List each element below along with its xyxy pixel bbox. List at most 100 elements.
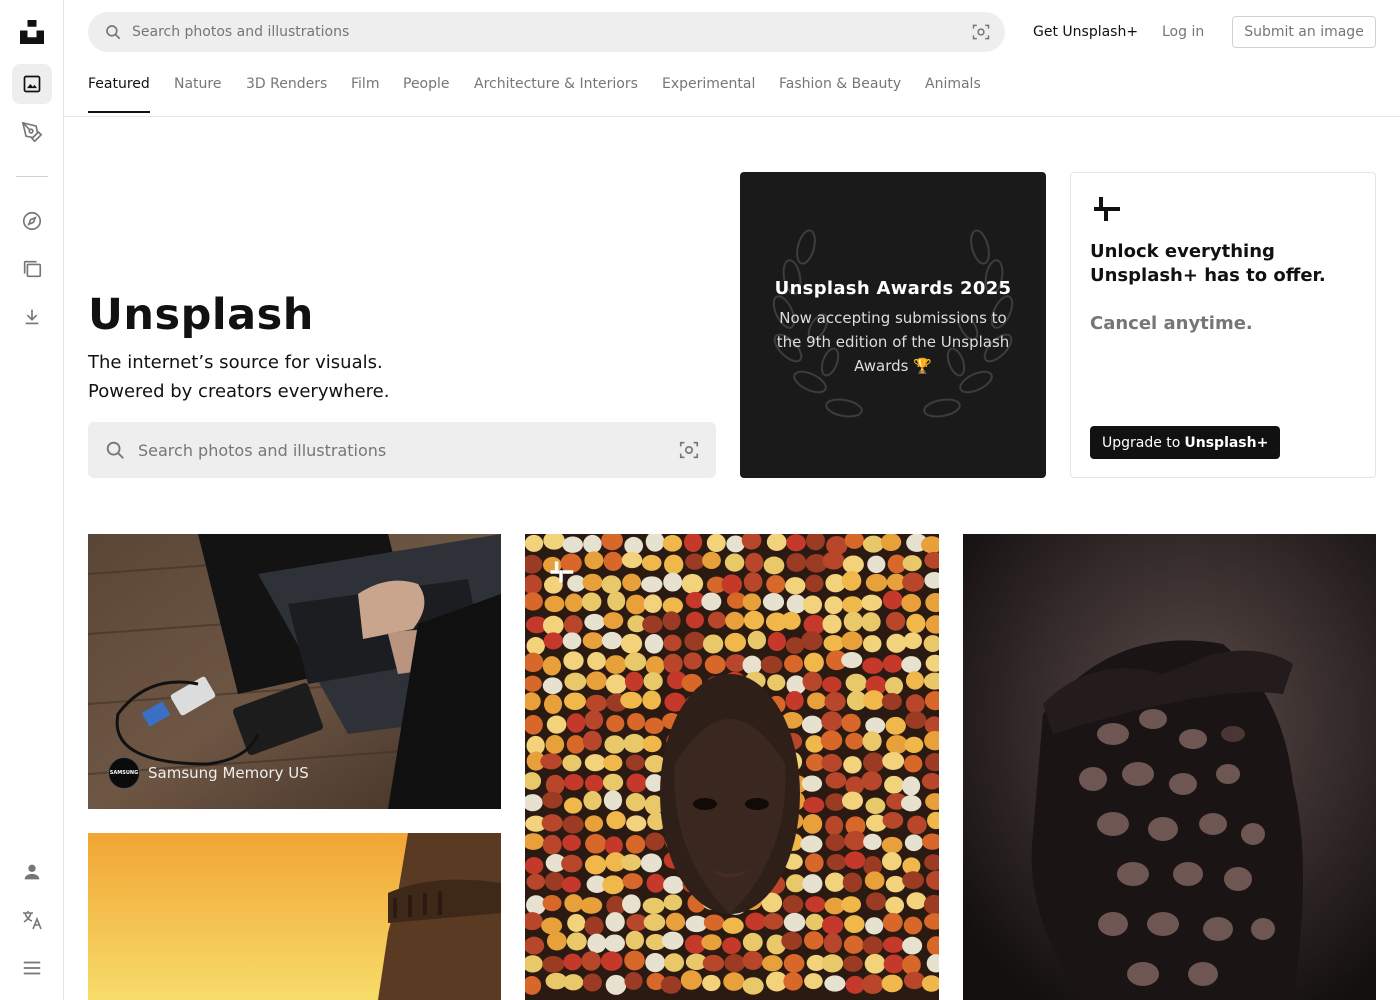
bead bbox=[662, 534, 683, 552]
tab-architecture-interiors[interactable]: Architecture & Interiors bbox=[474, 75, 638, 113]
visual-search-icon[interactable] bbox=[678, 439, 700, 465]
bead bbox=[563, 974, 584, 991]
tab-experimental[interactable]: Experimental bbox=[662, 75, 755, 113]
bead bbox=[625, 754, 645, 771]
rail-divider bbox=[16, 176, 48, 177]
topic-tabs: Featured Nature 3D Renders Film People A… bbox=[64, 62, 1400, 117]
unsplash-plus-badge-icon bbox=[547, 558, 575, 586]
bead bbox=[542, 894, 562, 912]
bead bbox=[562, 834, 581, 851]
bead bbox=[882, 590, 903, 610]
tab-nature[interactable]: Nature bbox=[174, 75, 221, 113]
bead bbox=[587, 651, 606, 671]
pen-nib-icon[interactable] bbox=[12, 112, 52, 152]
submit-image-button[interactable]: Submit an image bbox=[1232, 16, 1376, 48]
bead bbox=[627, 712, 646, 731]
user-icon[interactable] bbox=[12, 852, 52, 892]
bead bbox=[843, 611, 863, 632]
bead bbox=[861, 974, 884, 994]
photo-card[interactable] bbox=[88, 833, 501, 1000]
login-link[interactable]: Log in bbox=[1162, 22, 1204, 42]
menu-icon[interactable] bbox=[12, 948, 52, 988]
tab-fashion-beauty[interactable]: Fashion & Beauty bbox=[779, 75, 901, 113]
bead bbox=[642, 735, 662, 753]
hero-search-input[interactable] bbox=[138, 422, 658, 478]
bead bbox=[823, 933, 843, 954]
bead bbox=[841, 571, 862, 591]
bead bbox=[843, 756, 862, 774]
bead bbox=[623, 733, 646, 753]
image-icon[interactable] bbox=[12, 64, 52, 104]
bead bbox=[803, 652, 824, 673]
bead bbox=[624, 652, 647, 671]
upgrade-button[interactable]: Upgrade to Unsplash+ bbox=[1090, 426, 1281, 459]
unsplash-plus-logo-icon bbox=[1090, 193, 1122, 229]
photo-card[interactable] bbox=[525, 534, 939, 1000]
bead bbox=[904, 834, 923, 852]
bead bbox=[603, 790, 623, 811]
header-search-input[interactable] bbox=[132, 12, 952, 52]
tab-film[interactable]: Film bbox=[351, 75, 379, 113]
bead bbox=[843, 935, 864, 954]
bead bbox=[701, 592, 722, 611]
bead bbox=[822, 614, 842, 634]
awards-promo-card[interactable]: Unsplash Awards 2025 Now accepting submi… bbox=[740, 172, 1046, 478]
bead bbox=[822, 551, 845, 570]
bead bbox=[562, 815, 584, 834]
tab-animals[interactable]: Animals bbox=[925, 75, 981, 113]
bead bbox=[763, 913, 784, 930]
bead bbox=[825, 772, 847, 789]
bead bbox=[881, 851, 902, 871]
photo-card[interactable]: SAMSUNG Samsung Memory US bbox=[88, 534, 501, 809]
bead bbox=[902, 871, 925, 889]
bead bbox=[802, 595, 823, 614]
bead bbox=[542, 656, 562, 676]
bead bbox=[622, 894, 641, 914]
photo-credit[interactable]: SAMSUNG Samsung Memory US bbox=[108, 757, 309, 789]
bead bbox=[620, 691, 643, 709]
search-icon[interactable] bbox=[104, 439, 126, 465]
translate-icon[interactable] bbox=[12, 900, 52, 940]
bead bbox=[643, 594, 662, 613]
bead bbox=[801, 775, 823, 792]
bead bbox=[542, 955, 565, 973]
bead bbox=[862, 936, 883, 955]
bead bbox=[563, 773, 584, 791]
bead bbox=[903, 632, 922, 650]
get-unsplash-plus-link[interactable]: Get Unsplash+ bbox=[1033, 22, 1138, 42]
bead bbox=[587, 933, 607, 954]
collections-icon[interactable] bbox=[12, 249, 52, 289]
bead bbox=[525, 857, 544, 875]
bead bbox=[724, 632, 747, 652]
bead bbox=[882, 654, 903, 673]
bead bbox=[643, 672, 663, 691]
bead bbox=[901, 593, 922, 613]
unsplash-logo-icon[interactable] bbox=[12, 12, 52, 52]
search-icon[interactable] bbox=[104, 23, 122, 45]
bead bbox=[747, 630, 767, 650]
compass-icon[interactable] bbox=[12, 201, 52, 241]
visual-search-icon[interactable] bbox=[971, 22, 991, 46]
tab-3d-renders[interactable]: 3D Renders bbox=[246, 75, 327, 113]
photographer-name[interactable]: Samsung Memory US bbox=[148, 764, 309, 782]
bead bbox=[863, 833, 882, 851]
hero-subtitle-line-1: The internet’s source for visuals. bbox=[88, 352, 383, 373]
bead bbox=[566, 932, 587, 951]
left-rail bbox=[0, 0, 64, 1000]
tab-people[interactable]: People bbox=[403, 75, 450, 113]
download-icon[interactable] bbox=[12, 297, 52, 337]
avatar[interactable]: SAMSUNG bbox=[108, 757, 140, 789]
header-search-bar[interactable] bbox=[88, 12, 1005, 52]
tab-featured[interactable]: Featured bbox=[88, 75, 150, 113]
bead bbox=[544, 595, 565, 613]
bead bbox=[526, 637, 545, 655]
bead bbox=[626, 815, 647, 832]
bead bbox=[762, 955, 783, 972]
bead bbox=[905, 671, 924, 690]
photo-card[interactable] bbox=[963, 534, 1376, 1000]
bead bbox=[604, 934, 626, 953]
bead bbox=[625, 594, 647, 615]
bead bbox=[563, 651, 584, 670]
bead bbox=[704, 655, 726, 675]
hero-search-bar[interactable] bbox=[88, 422, 716, 478]
